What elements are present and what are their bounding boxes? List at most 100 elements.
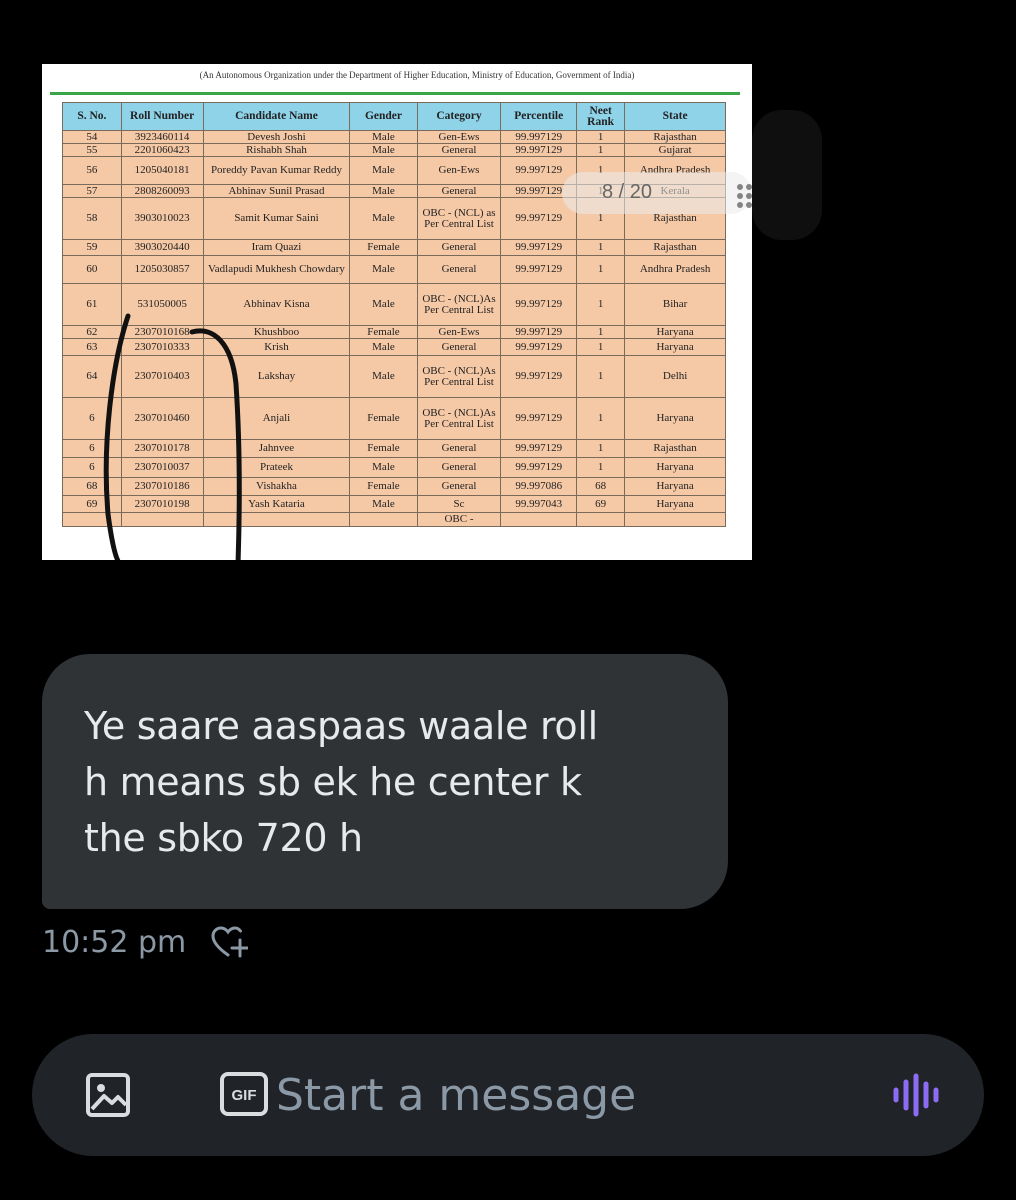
message-meta: 10:52 pm	[42, 918, 249, 966]
message-line: the sbko 720 h	[84, 816, 363, 860]
gif-button[interactable]: GIF	[220, 1072, 268, 1116]
table-cell: Poreddy Pavan Kumar Reddy	[202, 156, 351, 185]
table-cell: Haryana	[624, 397, 726, 440]
table-cell: 2307010333	[120, 338, 204, 356]
table-cell: Anjali	[202, 397, 351, 440]
table-cell: Vishakha	[202, 477, 351, 496]
table-row: OBC -	[62, 512, 726, 527]
table-cell: 99.997043	[500, 495, 577, 513]
table-cell: 54	[62, 130, 122, 144]
image-overlay-control	[752, 110, 822, 240]
table-cell: General	[416, 338, 502, 356]
add-reaction-icon[interactable]	[208, 922, 249, 962]
table-cell: 3903010023	[120, 197, 204, 240]
table-cell: Haryana	[624, 495, 726, 513]
table-cell: General	[416, 239, 502, 256]
table-row: 68 2307010186 Vishakha Female General 99.9970…	[62, 477, 726, 496]
image-icon[interactable]	[84, 1071, 132, 1119]
table-cell: 531050005	[120, 283, 204, 326]
table-cell: Male	[349, 457, 418, 478]
table-row: 55 2201060423 Rishabh Shah Male General 99.99…	[62, 143, 726, 157]
table-row: 60 1205030857 Vadlapudi Mukhesh Chowdary Ma…	[62, 255, 726, 284]
table-cell	[62, 512, 122, 527]
table-cell: Andhra Pradesh	[624, 255, 726, 284]
table-cell: Rajasthan	[624, 239, 726, 256]
table-cell: OBC - (NCL)As Per Central List	[416, 355, 502, 398]
table-cell	[624, 512, 726, 527]
header-cell: Neet Rank	[575, 102, 626, 131]
gif-label: GIF	[232, 1087, 257, 1104]
header-cell: Category	[416, 102, 502, 131]
table-cell: Male	[349, 143, 418, 157]
table-cell: 1	[575, 239, 626, 256]
table-cell: 99.997129	[500, 338, 577, 356]
table-cell: 64	[62, 355, 122, 398]
table-cell: Haryana	[624, 477, 726, 496]
table-cell: Gen-Ews	[416, 130, 502, 144]
table-cell: 6	[62, 439, 122, 458]
header-cell: Candidate Name	[202, 102, 351, 131]
table-cell: 1	[575, 283, 626, 326]
table-cell: OBC - (NCL)As Per Central List	[416, 283, 502, 326]
grid-menu-icon[interactable]	[737, 184, 752, 208]
table-cell: OBC - (NCL) as Per Central List	[416, 197, 502, 240]
table-cell: Gen-Ews	[416, 325, 502, 339]
attached-image[interactable]: (An Autonomous Organization under the De…	[42, 64, 752, 560]
table-cell: 99.997129	[500, 325, 577, 339]
table-row: 59 3903020440 Iram Quazi Female General 99.99…	[62, 239, 726, 256]
table-cell: 2307010037	[120, 457, 204, 478]
message-line: Ye saare aaspaas waale roll	[84, 704, 598, 748]
table-cell: Jahnvee	[202, 439, 351, 458]
header-cell: State	[624, 102, 726, 131]
table-cell: 1	[575, 439, 626, 458]
table-cell: General	[416, 477, 502, 496]
table-cell: 1	[575, 143, 626, 157]
table-cell: Female	[349, 477, 418, 496]
table-cell: 58	[62, 197, 122, 240]
table-cell: General	[416, 457, 502, 478]
table-cell	[202, 512, 351, 527]
header-cell: S. No.	[62, 102, 122, 131]
table-cell: Female	[349, 439, 418, 458]
header-cell: Gender	[349, 102, 418, 131]
table-cell: Rishabh Shah	[202, 143, 351, 157]
table-cell: 99.997129	[500, 283, 577, 326]
table-cell: 2201060423	[120, 143, 204, 157]
table-cell: 99.997129	[500, 130, 577, 144]
table-cell: 57	[62, 184, 122, 198]
table-cell: Male	[349, 156, 418, 185]
message-line: h means sb ek he center k	[84, 760, 582, 804]
table-cell: 2307010178	[120, 439, 204, 458]
document-divider	[50, 92, 740, 95]
table-cell: 1	[575, 338, 626, 356]
table-cell: Haryana	[624, 325, 726, 339]
table-cell: 99.997129	[500, 397, 577, 440]
header-cell: Percentile	[500, 102, 577, 131]
table-cell: Haryana	[624, 457, 726, 478]
table-cell: 3903020440	[120, 239, 204, 256]
table-cell	[349, 512, 418, 527]
table-row: 63 2307010333 Krish Male General 99.997129 1 Ha…	[62, 338, 726, 356]
message-bubble[interactable]: Ye saare aaspaas waale roll h means sb e…	[42, 654, 728, 909]
table-cell	[500, 512, 577, 527]
table-row: 62 2307010168 Khushboo Female Gen-Ews 99.9971…	[62, 325, 726, 339]
voice-message-icon[interactable]	[890, 1072, 942, 1118]
table-cell: Rajasthan	[624, 130, 726, 144]
table-cell: 1	[575, 397, 626, 440]
table-cell: Vadlapudi Mukhesh Chowdary	[202, 255, 351, 284]
message-input[interactable]	[276, 1064, 836, 1126]
table-cell: 68	[62, 477, 122, 496]
table-cell: Devesh Joshi	[202, 130, 351, 144]
table-cell: 99.997129	[500, 457, 577, 478]
table-cell: 99.997129	[500, 143, 577, 157]
message-composer: GIF	[32, 1034, 984, 1156]
table-cell: 1205030857	[120, 255, 204, 284]
table-cell: Male	[349, 255, 418, 284]
results-table: S. No. Roll Number Candidate Name Gender…	[62, 102, 726, 527]
table-cell: 6	[62, 457, 122, 478]
table-cell: Rajasthan	[624, 439, 726, 458]
table-row: 6 2307010178 Jahnvee Female General 99.997129…	[62, 439, 726, 458]
table-cell: Abhinav Kisna	[202, 283, 351, 326]
table-cell: Prateek	[202, 457, 351, 478]
table-row: 61 531050005 Abhinav Kisna Male OBC - (NCL)A…	[62, 283, 726, 326]
